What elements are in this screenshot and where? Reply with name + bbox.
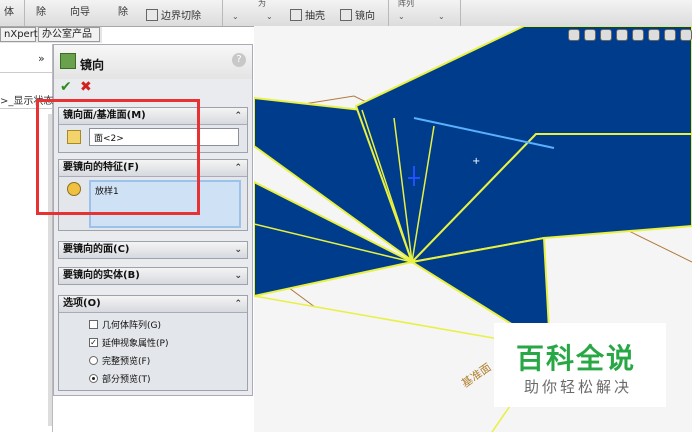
toolbar-top-label: 为 <box>258 0 266 8</box>
toolbar-label: 镜向 <box>355 11 375 22</box>
heads-up-view-toolbar <box>568 29 692 47</box>
mirror-plane-field[interactable]: 面<2> <box>89 128 239 146</box>
radio-unselected[interactable] <box>89 356 98 365</box>
toolbar-item-remove-2[interactable]: 除 <box>118 3 128 18</box>
zoom-to-area-icon[interactable] <box>584 29 596 41</box>
origin-marker: + <box>472 156 481 167</box>
chevron-down-icon[interactable]: ⌄ <box>232 12 239 21</box>
view-orientation-icon[interactable] <box>632 29 644 41</box>
options-group-header[interactable]: 选项(O) ⌃ <box>59 296 247 313</box>
full-preview-radio[interactable]: 完整预览(F) <box>89 354 150 367</box>
geometry-pattern-checkbox[interactable]: 几何体阵列(G) <box>89 318 161 331</box>
collapse-icon[interactable]: ⌃ <box>234 296 242 312</box>
help-icon[interactable]: ? <box>232 53 246 67</box>
features-to-mirror-group: 要镜向的特征(F) ⌃ 放样1 <box>58 159 248 231</box>
hide-show-items-icon[interactable] <box>664 29 676 41</box>
group-label: 要镜向的面(C) <box>63 244 130 255</box>
previous-view-icon[interactable] <box>600 29 612 41</box>
toolbar-item-wizard[interactable]: 向导 <box>70 3 90 18</box>
mirror-plane-group: 镜向面/基准面(M) ⌃ 面<2> <box>58 107 248 153</box>
toolbar-label: 向导 <box>70 7 90 18</box>
chevron-down-icon[interactable]: ⌄ <box>398 12 405 21</box>
propagate-visual-checkbox[interactable]: ✓ 延伸视象属性(P) <box>89 336 168 349</box>
mirror-feature-icon <box>60 53 76 69</box>
expand-icon[interactable]: ⌄ <box>234 242 242 258</box>
group-label: 要镜向的实体(B) <box>63 270 140 281</box>
manager-tab-strip: nXpert 办公室产品 <box>0 27 102 43</box>
toolbar-label: 体 <box>4 7 14 18</box>
checkbox-checked[interactable]: ✓ <box>89 338 98 347</box>
property-manager-header: 镜向 ? <box>54 45 252 79</box>
toolbar-label: 边界切除 <box>161 11 201 22</box>
option-label: 几何体阵列(G) <box>102 321 161 331</box>
boundary-cut-icon <box>146 8 158 21</box>
features-to-mirror-list[interactable]: 放样1 <box>89 180 241 228</box>
zoom-to-fit-icon[interactable] <box>568 29 580 41</box>
partial-preview-radio[interactable]: 部分预览(T) <box>89 372 151 385</box>
mirror-property-manager: 镜向 ? ✔ ✖ 镜向面/基准面(M) ⌃ 面<2> 要镜向的特征(F) ⌃ 放… <box>53 44 253 396</box>
options-group: 选项(O) ⌃ 几何体阵列(G) ✓ 延伸视象属性(P) 完整预览(F) 部分预… <box>58 295 248 391</box>
option-label: 延伸视象属性(P) <box>102 339 169 349</box>
group-label: 选项(O) <box>63 298 101 309</box>
option-label: 部分预览(T) <box>102 375 151 385</box>
expand-icon[interactable]: » <box>38 52 45 65</box>
watermark-subtitle: 助你轻松解决 <box>524 378 633 396</box>
tab-office-products[interactable]: 办公室产品 <box>38 27 100 42</box>
chevron-down-icon[interactable]: ⌄ <box>438 12 445 21</box>
edit-appearance-icon[interactable] <box>680 29 692 41</box>
radio-selected[interactable] <box>89 374 98 383</box>
toolbar-label: 除 <box>118 7 128 18</box>
toolbar-item-body[interactable]: 体 <box>4 3 14 18</box>
tab-simulationxpert[interactable]: nXpert <box>0 27 38 42</box>
toolbar-label: 除 <box>36 7 46 18</box>
expand-icon[interactable]: ⌄ <box>234 268 242 284</box>
faces-to-mirror-group: 要镜向的面(C) ⌄ <box>58 241 248 259</box>
ok-button[interactable]: ✔ <box>60 79 72 95</box>
shell-icon <box>290 8 302 21</box>
mirror-button[interactable]: 镜向 <box>340 7 375 22</box>
watermark-title: 百科全说 <box>516 342 637 375</box>
checkbox-unchecked[interactable] <box>89 320 98 329</box>
group-label: 镜向面/基准面(M) <box>63 110 146 121</box>
watermark-badge: 百科全说 助你轻松解决 <box>494 323 666 407</box>
toolbar-item-remove[interactable]: 除 <box>36 3 46 18</box>
shell-button[interactable]: 抽壳 <box>290 7 325 22</box>
section-view-icon[interactable] <box>616 29 628 41</box>
boundary-cut-button[interactable]: 边界切除 <box>146 7 201 22</box>
mirror-icon <box>340 8 352 21</box>
toolbar-top-label: 阵列 <box>398 0 414 8</box>
toolbar-label: 抽壳 <box>305 11 325 22</box>
chevron-down-icon[interactable]: ⌄ <box>266 12 273 21</box>
face-selection-icon <box>67 130 81 144</box>
display-style-icon[interactable] <box>648 29 660 41</box>
mirror-plane-group-header[interactable]: 镜向面/基准面(M) ⌃ <box>59 108 247 125</box>
tree-display-state[interactable]: >_显示状态 <box>0 92 53 107</box>
panel-splitter[interactable] <box>48 114 52 426</box>
property-manager-title: 镜向 <box>80 58 105 72</box>
option-label: 完整预览(F) <box>102 357 151 367</box>
group-label: 要镜向的特征(F) <box>63 162 139 173</box>
feature-selection-icon <box>67 182 81 196</box>
faces-to-mirror-group-header[interactable]: 要镜向的面(C) ⌄ <box>59 242 247 258</box>
bodies-to-mirror-group: 要镜向的实体(B) ⌄ <box>58 267 248 285</box>
bodies-to-mirror-group-header[interactable]: 要镜向的实体(B) ⌄ <box>59 268 247 284</box>
cancel-button[interactable]: ✖ <box>80 79 92 95</box>
feature-tree-panel: » >_显示状态 <box>0 44 53 432</box>
collapse-icon[interactable]: ⌃ <box>234 160 242 176</box>
features-to-mirror-group-header[interactable]: 要镜向的特征(F) ⌃ <box>59 160 247 177</box>
feature-toolbar: 体 除 向导 除 边界切除 ⌄ 为 ⌄ 抽壳 镜向 ⌄ 阵列 ⌄ <box>0 0 692 27</box>
collapse-icon[interactable]: ⌃ <box>234 108 242 124</box>
